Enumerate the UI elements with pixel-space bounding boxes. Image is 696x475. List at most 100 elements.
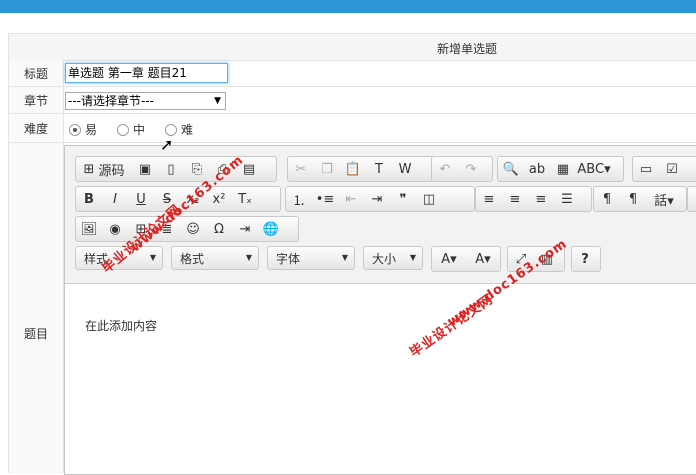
chapter-select[interactable]: ---请选择章节--- ▼ [65, 92, 226, 110]
chevron-down-icon: ▼ [246, 253, 252, 262]
link-button[interactable]: ∞ [688, 187, 696, 211]
copy-icon: ❐ [321, 162, 333, 177]
bold-button[interactable]: B [76, 187, 102, 211]
save-icon: ▣ [139, 162, 151, 177]
align-left-button[interactable]: ≡ [476, 187, 502, 211]
bulleted-list-button[interactable]: •≡ [312, 187, 338, 211]
language-button[interactable]: 話▾ [646, 187, 682, 211]
difficulty-easy-label: 易 [85, 121, 97, 138]
paste-button[interactable]: 📋 [340, 157, 366, 181]
toolbar-group-forms: ▭ ☑ [632, 156, 696, 182]
iframe-button[interactable]: 🌐 [258, 217, 284, 241]
flash-button[interactable]: ◉ [102, 217, 128, 241]
toolbar-group-clipboard: ✂ ❐ 📋 T W [287, 156, 439, 182]
ltr-button[interactable]: ¶ [594, 187, 620, 211]
find-button[interactable]: 🔍 [498, 157, 524, 181]
align-center-button[interactable]: ≡ [502, 187, 528, 211]
bold-icon: B [84, 192, 94, 207]
indent-icon: ⇥ [372, 192, 383, 207]
chevron-down-icon: ▼ [342, 253, 348, 262]
cut-icon: ✂ [296, 162, 307, 177]
source-label: 源码 [99, 160, 125, 179]
size-combo[interactable]: 大小 ▼ [363, 246, 423, 270]
checkbox-button[interactable]: ☑ [659, 157, 685, 181]
align-right-button[interactable]: ≡ [528, 187, 554, 211]
italic-button[interactable]: I [102, 187, 128, 211]
justify-icon: ☰ [561, 192, 573, 207]
superscript-icon: x² [213, 192, 226, 207]
difficulty-medium-label: 中 [133, 121, 145, 138]
toolbar-group-document: ⊞ 源码 ▣ ▯ ⎘ ⎙ ▤ [75, 156, 277, 182]
redo-button[interactable]: ↷ [458, 157, 484, 181]
flash-icon: ◉ [109, 222, 120, 237]
select-all-icon: ▦ [557, 162, 569, 177]
align-right-icon: ≡ [536, 192, 547, 207]
image-button[interactable]: 🖼 [76, 217, 102, 241]
format-combo-label: 格式 [180, 250, 204, 267]
format-combo[interactable]: 格式 ▼ [171, 246, 259, 270]
size-combo-label: 大小 [372, 250, 396, 267]
checkbox-icon: ☑ [666, 162, 678, 177]
rtl-button[interactable]: ¶ [620, 187, 646, 211]
chevron-down-icon: ▼ [410, 253, 416, 262]
underline-button[interactable]: U [128, 187, 154, 211]
undo-button[interactable]: ↶ [432, 157, 458, 181]
spellcheck-button[interactable]: ABC▾ [576, 157, 612, 181]
cut-button[interactable]: ✂ [288, 157, 314, 181]
justify-button[interactable]: ☰ [554, 187, 580, 211]
title-input[interactable]: 单选题 第一章 题目21 [65, 63, 228, 83]
special-char-button[interactable]: Ω [206, 217, 232, 241]
font-combo-label: 字体 [276, 250, 300, 267]
chapter-select-value: ---请选择章节--- [68, 94, 154, 108]
about-button[interactable]: ? [572, 247, 598, 271]
new-page-icon: ▯ [167, 162, 174, 177]
title-label: 标题 [9, 60, 64, 86]
form-icon: ▭ [640, 162, 652, 177]
radio-unchecked-icon [117, 124, 129, 136]
div-button[interactable]: ◫ [416, 187, 442, 211]
ltr-icon: ¶ [603, 192, 611, 207]
paste-word-button[interactable]: W [392, 157, 418, 181]
globe-icon: 🌐 [263, 222, 279, 237]
top-accent-bar [0, 0, 696, 13]
undo-icon: ↶ [440, 162, 451, 177]
source-icon: ⊞ [83, 162, 94, 177]
omega-icon: Ω [214, 222, 224, 237]
toolbar-group-colors: A▾ A▾ [431, 246, 501, 272]
smiley-button[interactable]: ☺ [180, 217, 206, 241]
italic-icon: I [113, 192, 117, 207]
text-color-icon: A▾ [441, 252, 456, 267]
save-button[interactable]: ▣ [132, 157, 158, 181]
replace-icon: ab [529, 162, 545, 177]
radio-checked-icon [69, 124, 81, 136]
page-break-button[interactable]: ⇥ [232, 217, 258, 241]
spellcheck-icon: ABC▾ [577, 162, 610, 177]
numbered-list-icon: ⒈ [292, 190, 305, 209]
title-row: 标题 单选题 第一章 题目21 [9, 60, 696, 87]
text-color-button[interactable]: A▾ [432, 247, 466, 271]
remove-format-button[interactable]: Tₓ [232, 187, 258, 211]
difficulty-medium-radio[interactable]: 中 [117, 121, 145, 138]
difficulty-easy-radio[interactable]: 易 [69, 121, 97, 138]
language-icon: 話▾ [654, 190, 674, 209]
bg-color-button[interactable]: A▾ [466, 247, 500, 271]
paste-text-button[interactable]: T [366, 157, 392, 181]
select-all-button[interactable]: ▦ [550, 157, 576, 181]
toolbar-group-align: ≡ ≡ ≡ ☰ [475, 186, 592, 212]
new-page-button[interactable]: ▯ [158, 157, 184, 181]
form-button[interactable]: ▭ [633, 157, 659, 181]
font-combo[interactable]: 字体 ▼ [267, 246, 355, 270]
replace-button[interactable]: ab [524, 157, 550, 181]
numbered-list-button[interactable]: ⒈ [286, 187, 312, 211]
indent-button[interactable]: ⇥ [364, 187, 390, 211]
paste-text-icon: T [375, 162, 383, 177]
blockquote-button[interactable]: ❞ [390, 187, 416, 211]
rtl-icon: ¶ [629, 192, 637, 207]
outdent-button[interactable]: ⇤ [338, 187, 364, 211]
chapter-row: 章节 ---请选择章节--- ▼ [9, 87, 696, 114]
form-title: 新增单选题 [437, 40, 497, 57]
editor-content[interactable]: 在此添加内容 [85, 317, 157, 334]
source-button[interactable]: ⊞ 源码 [76, 157, 132, 181]
copy-button[interactable]: ❐ [314, 157, 340, 181]
bulleted-list-icon: •≡ [316, 192, 335, 207]
